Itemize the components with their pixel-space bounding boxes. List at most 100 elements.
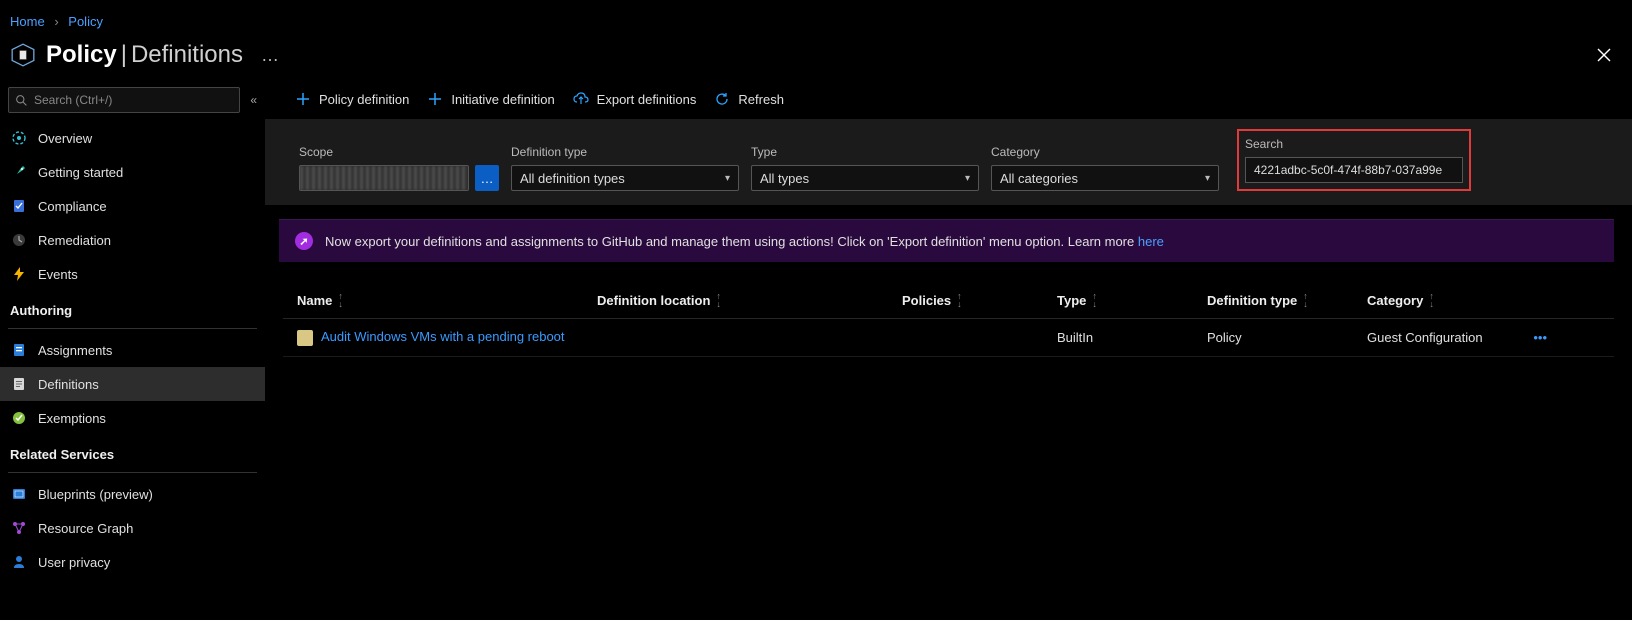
- cell-definition-type: Policy: [1207, 330, 1367, 345]
- sidebar: « Overview Getting started Compliance Re…: [0, 79, 265, 579]
- sidebar-item-remediation[interactable]: Remediation: [0, 223, 265, 257]
- sort-icon: ↑↓: [1092, 292, 1097, 308]
- dropdown-value: All types: [760, 171, 809, 186]
- sidebar-item-definitions[interactable]: Definitions: [0, 367, 265, 401]
- export-definitions-button[interactable]: Export definitions: [573, 91, 697, 107]
- search-input[interactable]: [1254, 163, 1454, 177]
- sidebar-item-compliance[interactable]: Compliance: [0, 189, 265, 223]
- page-title: Policy|Definitions: [46, 41, 243, 69]
- type-label: Type: [751, 145, 979, 159]
- dropdown-value: All categories: [1000, 171, 1078, 186]
- sidebar-search[interactable]: [8, 87, 240, 113]
- sidebar-item-events[interactable]: Events: [0, 257, 265, 291]
- divider: [8, 328, 257, 329]
- column-header-type[interactable]: Type↑↓: [1057, 292, 1207, 308]
- toolbar-label: Policy definition: [319, 92, 409, 107]
- sidebar-item-blueprints[interactable]: Blueprints (preview): [0, 477, 265, 511]
- definition-icon: [297, 330, 313, 346]
- column-header-category[interactable]: Category↑↓: [1367, 292, 1517, 308]
- search-icon: [15, 94, 28, 107]
- sidebar-item-resource-graph[interactable]: Resource Graph: [0, 511, 265, 545]
- column-header-location[interactable]: Definition location↑↓: [597, 292, 902, 308]
- sidebar-group-authoring: Authoring: [0, 291, 265, 324]
- chevron-down-icon: ▾: [965, 173, 970, 184]
- sidebar-item-label: Definitions: [38, 377, 99, 392]
- sort-icon: ↑↓: [716, 292, 721, 308]
- cell-type: BuiltIn: [1057, 330, 1207, 345]
- sidebar-item-label: Compliance: [38, 199, 107, 214]
- breadcrumb-home[interactable]: Home: [10, 14, 45, 29]
- sidebar-item-overview[interactable]: Overview: [0, 121, 265, 155]
- chevron-down-icon: ▾: [1205, 173, 1210, 184]
- breadcrumb-policy[interactable]: Policy: [68, 14, 103, 29]
- banner-text: Now export your definitions and assignme…: [325, 234, 1164, 249]
- sidebar-item-label: Exemptions: [38, 411, 106, 426]
- plus-icon: [427, 91, 443, 107]
- search-label: Search: [1245, 137, 1463, 151]
- toolbar: Policy definition Initiative definition …: [265, 79, 1632, 119]
- sidebar-item-label: Blueprints (preview): [38, 487, 153, 502]
- type-dropdown[interactable]: All types ▾: [751, 165, 979, 191]
- definitions-icon: [10, 375, 28, 393]
- filter-bar: Scope … Definition type All definition t…: [265, 119, 1632, 205]
- policy-page-icon: [10, 42, 36, 68]
- lightning-icon: [10, 265, 28, 283]
- cell-category: Guest Configuration: [1367, 330, 1517, 345]
- sidebar-search-input[interactable]: [34, 93, 233, 107]
- definition-type-dropdown[interactable]: All definition types ▾: [511, 165, 739, 191]
- toolbar-label: Refresh: [738, 92, 784, 107]
- info-banner: ➚ Now export your definitions and assign…: [279, 219, 1614, 262]
- main-content: Policy definition Initiative definition …: [265, 79, 1632, 579]
- column-header-policies[interactable]: Policies↑↓: [902, 292, 1057, 308]
- compliance-icon: [10, 197, 28, 215]
- sidebar-item-label: Resource Graph: [38, 521, 133, 536]
- sidebar-item-getting-started[interactable]: Getting started: [0, 155, 265, 189]
- policy-definition-button[interactable]: Policy definition: [295, 91, 409, 107]
- sort-icon: ↑↓: [1303, 292, 1308, 308]
- definition-type-label: Definition type: [511, 145, 739, 159]
- plus-icon: [295, 91, 311, 107]
- refresh-button[interactable]: Refresh: [714, 91, 784, 107]
- toolbar-label: Export definitions: [597, 92, 697, 107]
- sidebar-item-user-privacy[interactable]: User privacy: [0, 545, 265, 579]
- toolbar-label: Initiative definition: [451, 92, 554, 107]
- close-icon[interactable]: [1596, 47, 1622, 63]
- sidebar-item-label: Events: [38, 267, 78, 282]
- more-actions-icon[interactable]: …: [261, 45, 281, 66]
- scope-input[interactable]: [299, 165, 469, 191]
- initiative-definition-button[interactable]: Initiative definition: [427, 91, 554, 107]
- user-icon: [10, 553, 28, 571]
- banner-learn-more-link[interactable]: here: [1138, 234, 1164, 249]
- collapse-sidebar-icon[interactable]: «: [250, 93, 257, 107]
- remediation-icon: [10, 231, 28, 249]
- sort-icon: ↑↓: [338, 292, 343, 308]
- overview-icon: [10, 129, 28, 147]
- blueprints-icon: [10, 485, 28, 503]
- sort-icon: ↑↓: [1429, 292, 1434, 308]
- sidebar-item-label: Remediation: [38, 233, 111, 248]
- rocket-badge-icon: ➚: [295, 232, 313, 250]
- sidebar-item-exemptions[interactable]: Exemptions: [0, 401, 265, 435]
- table-row[interactable]: Audit Windows VMs with a pending reboot …: [283, 319, 1614, 357]
- column-header-definition-type[interactable]: Definition type↑↓: [1207, 292, 1367, 308]
- scope-picker-button[interactable]: …: [475, 165, 499, 191]
- sidebar-item-label: Getting started: [38, 165, 123, 180]
- definition-name-link[interactable]: Audit Windows VMs with a pending reboot: [321, 329, 565, 344]
- category-dropdown[interactable]: All categories ▾: [991, 165, 1219, 191]
- breadcrumb-separator: ›: [48, 14, 64, 29]
- sidebar-group-related: Related Services: [0, 435, 265, 468]
- divider: [8, 472, 257, 473]
- scope-label: Scope: [299, 145, 499, 159]
- row-menu-icon[interactable]: •••: [1517, 330, 1547, 345]
- graph-icon: [10, 519, 28, 537]
- search-highlight-box: Search: [1237, 129, 1471, 191]
- cloud-export-icon: [573, 91, 589, 107]
- assignments-icon: [10, 341, 28, 359]
- sidebar-item-assignments[interactable]: Assignments: [0, 333, 265, 367]
- page-title-row: Policy|Definitions …: [0, 35, 1632, 79]
- search-box[interactable]: [1245, 157, 1463, 183]
- dropdown-value: All definition types: [520, 171, 625, 186]
- sidebar-item-label: Assignments: [38, 343, 112, 358]
- category-label: Category: [991, 145, 1219, 159]
- column-header-name[interactable]: Name↑↓: [297, 292, 597, 308]
